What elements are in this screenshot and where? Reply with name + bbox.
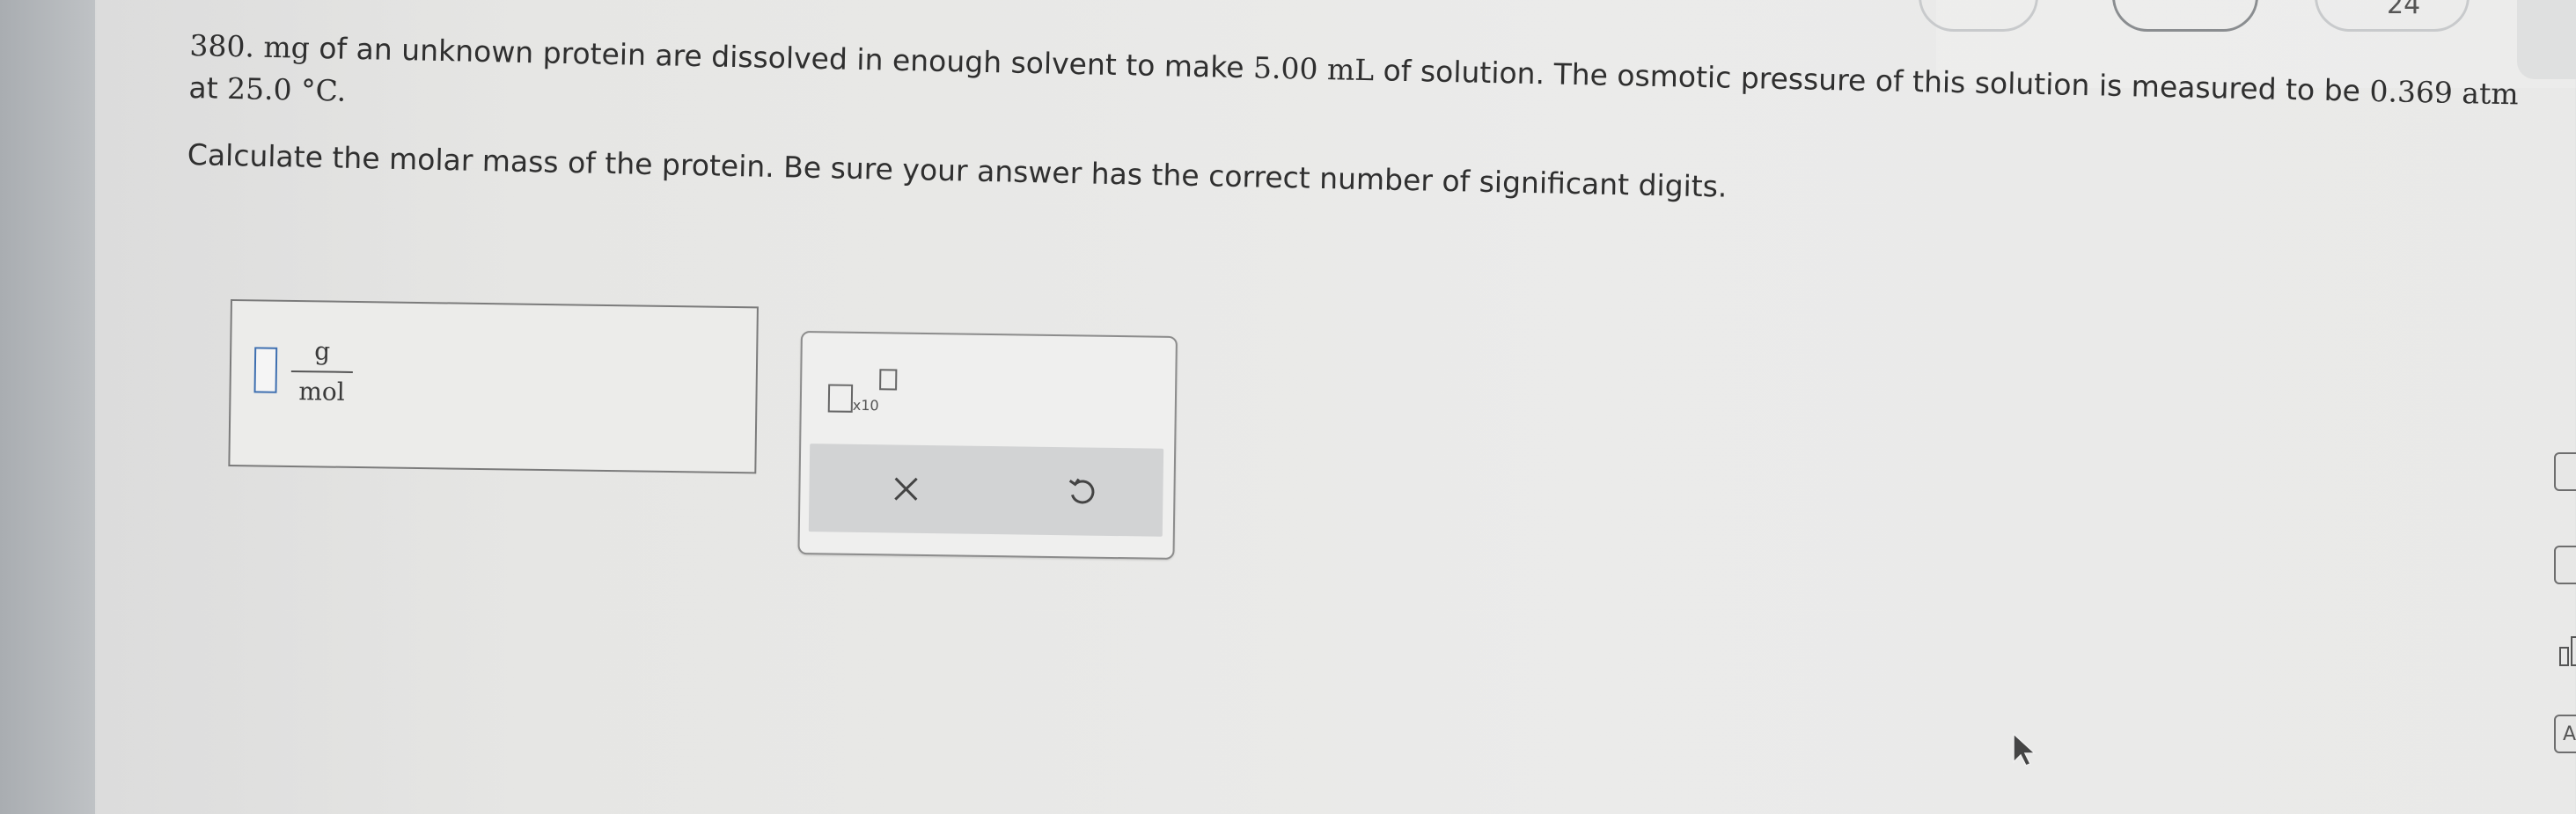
right-tool-button-2[interactable]: [2554, 546, 2576, 584]
top-toolbar-button-1[interactable]: [1919, 0, 2038, 32]
mass-unit: mg: [263, 29, 311, 65]
volume-value: 5.00 mL: [1252, 50, 1375, 88]
temperature-value: 25.0 °C: [226, 70, 338, 108]
top-toolbar-button-2[interactable]: [2112, 0, 2258, 32]
close-icon: [894, 477, 918, 501]
unit-numerator: g: [313, 336, 331, 366]
top-toolbar-number: 24: [2387, 0, 2421, 20]
clear-button[interactable]: [879, 462, 933, 516]
mass-value: 380.: [189, 27, 255, 64]
unit-denominator: mol: [298, 377, 345, 407]
undo-icon: [1068, 478, 1095, 504]
answer-input[interactable]: [253, 347, 278, 393]
action-bar: [808, 444, 1164, 537]
bar-chart-icon[interactable]: [2554, 634, 2576, 669]
base-placeholder-icon: [827, 384, 854, 413]
answer-box: g mol: [228, 299, 759, 474]
times-ten-label: x10: [852, 396, 879, 414]
scientific-notation-button[interactable]: x10: [827, 364, 908, 418]
screen-bezel-left: [0, 0, 95, 814]
math-tool-panel: x10: [797, 331, 1178, 560]
exponent-placeholder-icon: [879, 369, 898, 391]
answer-unit-fraction: g mol: [290, 336, 353, 407]
top-toolbar-tab[interactable]: [2517, 0, 2576, 79]
pressure-value: 0.369 atm: [2369, 73, 2520, 112]
right-tool-button-1[interactable]: [2554, 452, 2576, 491]
undo-button[interactable]: [1055, 465, 1109, 518]
question-text-segment: at: [188, 70, 219, 106]
fraction-bar: [290, 370, 353, 373]
periodic-table-button[interactable]: Ar: [2554, 715, 2576, 753]
right-side-toolbar: Ar: [2535, 422, 2576, 810]
question-period: .: [336, 73, 347, 108]
